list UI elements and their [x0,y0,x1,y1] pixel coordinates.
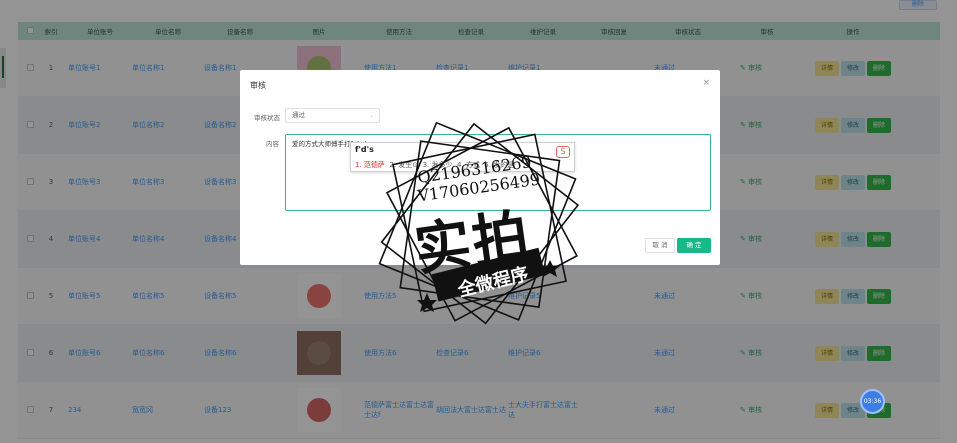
watermark-stamp: Q2196316269 V17060256499 实拍 全微程序 [372,118,587,338]
content-label: 内容 [266,140,279,148]
status-select[interactable]: 通过 ⌄ [285,108,380,123]
status-select-value: 通过 [292,111,305,119]
status-label: 审核状态 [254,114,280,122]
cancel-button[interactable]: 取 消 [645,238,675,253]
close-icon[interactable]: × [702,78,710,88]
recording-timer[interactable]: 03:36 [860,389,885,414]
confirm-button[interactable]: 确 定 [677,238,711,253]
dialog-title: 审核 [250,81,266,90]
